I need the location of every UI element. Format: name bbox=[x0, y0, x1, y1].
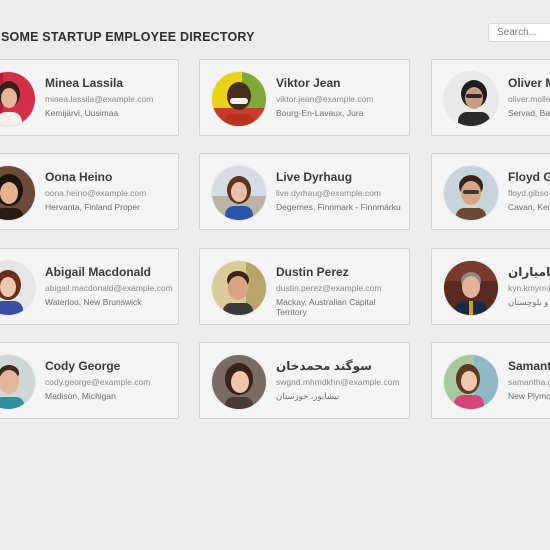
employee-card-live-dyrhaug[interactable]: Live Dyrhaug live.dyrhaug@example.com De… bbox=[199, 153, 410, 230]
employee-card-samantha[interactable]: Samanth samantha.g New Plymo bbox=[431, 342, 550, 419]
employee-email: swgnd.mhmdkhn@example.com bbox=[276, 377, 400, 387]
employee-location: Waterloo, New Brunswick bbox=[45, 297, 142, 307]
employee-email: minea.lassila@example.com bbox=[45, 94, 154, 104]
employee-name: سوگند محمدخان bbox=[276, 359, 372, 373]
employee-name: Dustin Perez bbox=[276, 265, 349, 279]
employee-name: Viktor Jean bbox=[276, 76, 341, 90]
avatar bbox=[0, 166, 35, 220]
employee-card-sogand-mohammadkhan[interactable]: سوگند محمدخان swgnd.mhmdkhn@example.com … bbox=[199, 342, 410, 419]
employee-email: cody.george@example.com bbox=[45, 377, 151, 387]
employee-card-cody-george[interactable]: Cody George cody.george@example.com Madi… bbox=[0, 342, 179, 419]
employee-name: Oona Heino bbox=[45, 170, 113, 184]
employee-name: Oliver M bbox=[508, 76, 550, 90]
employee-location: Cavan, Ker bbox=[508, 202, 550, 212]
employee-email: live.dyrhaug@example.com bbox=[276, 188, 382, 198]
employee-location: Mackay, Australian Capital Territory bbox=[276, 297, 376, 317]
employee-card-floyd[interactable]: Floyd Gi floyd.gibso Cavan, Ker bbox=[431, 153, 550, 230]
employee-card-kamyaran[interactable]: ن کامیاران kyn.kmyrn@ ان و بلوچستان bbox=[431, 248, 550, 325]
employee-email: oona.heino@example.com bbox=[45, 188, 147, 198]
employee-location: Servad, Bas bbox=[508, 108, 550, 118]
avatar bbox=[0, 355, 35, 409]
employee-location: Madison, Michigan bbox=[45, 391, 116, 401]
avatar bbox=[212, 261, 266, 315]
employee-card-oliver[interactable]: Oliver M oliver.molle Servad, Bas bbox=[431, 59, 550, 136]
employee-name: Cody George bbox=[45, 359, 121, 373]
search-input[interactable] bbox=[488, 23, 550, 42]
employee-name: Samanth bbox=[508, 359, 550, 373]
employee-email: kyn.kmyrn@ bbox=[508, 283, 550, 293]
avatar bbox=[212, 355, 266, 409]
avatar bbox=[212, 166, 266, 220]
avatar bbox=[444, 355, 498, 409]
employee-card-oona-heino[interactable]: Oona Heino oona.heino@example.com Hervan… bbox=[0, 153, 179, 230]
employee-name: Live Dyrhaug bbox=[276, 170, 353, 184]
employee-location: Hervanta, Finland Proper bbox=[45, 202, 140, 212]
employee-card-viktor-jean[interactable]: Viktor Jean viktor.jean@example.com Bour… bbox=[199, 59, 410, 136]
employee-email: samantha.g bbox=[508, 377, 550, 387]
employee-name: Floyd Gi bbox=[508, 170, 550, 184]
employee-name: ن کامیاران bbox=[508, 265, 550, 279]
employee-location: نیشابور، خوزستان bbox=[276, 391, 340, 401]
employee-location: New Plymo bbox=[508, 391, 550, 401]
page-title: SOME STARTUP EMPLOYEE DIRECTORY bbox=[1, 30, 255, 44]
avatar bbox=[0, 261, 35, 315]
employee-email: abigail.macdonald@example.com bbox=[45, 283, 173, 293]
avatar bbox=[444, 261, 498, 315]
employee-card-dustin-perez[interactable]: Dustin Perez dustin.perez@example.com Ma… bbox=[199, 248, 410, 325]
employee-location: ان و بلوچستان bbox=[508, 297, 550, 307]
employee-card-minea-lassila[interactable]: Minea Lassila minea.lassila@example.com … bbox=[0, 59, 179, 136]
employee-location: Bourg-En-Lavaux, Jura bbox=[276, 108, 364, 118]
avatar bbox=[212, 72, 266, 126]
avatar bbox=[444, 166, 498, 220]
employee-location: Kemijärvi, Uusimaa bbox=[45, 108, 119, 118]
employee-email: oliver.molle bbox=[508, 94, 550, 104]
employee-email: floyd.gibso bbox=[508, 188, 549, 198]
employee-name: Minea Lassila bbox=[45, 76, 124, 90]
avatar bbox=[444, 72, 498, 126]
employee-location: Degernes, Finnmark - Finnmárku bbox=[276, 202, 401, 212]
employee-name: Abigail Macdonald bbox=[45, 265, 152, 279]
employee-email: dustin.perez@example.com bbox=[276, 283, 382, 293]
employee-email: viktor.jean@example.com bbox=[276, 94, 374, 104]
employee-card-abigail-macdonald[interactable]: Abigail Macdonald abigail.macdonald@exam… bbox=[0, 248, 179, 325]
directory-page: SOME STARTUP EMPLOYEE DIRECTORY Minea La… bbox=[0, 0, 550, 550]
avatar bbox=[0, 72, 35, 126]
